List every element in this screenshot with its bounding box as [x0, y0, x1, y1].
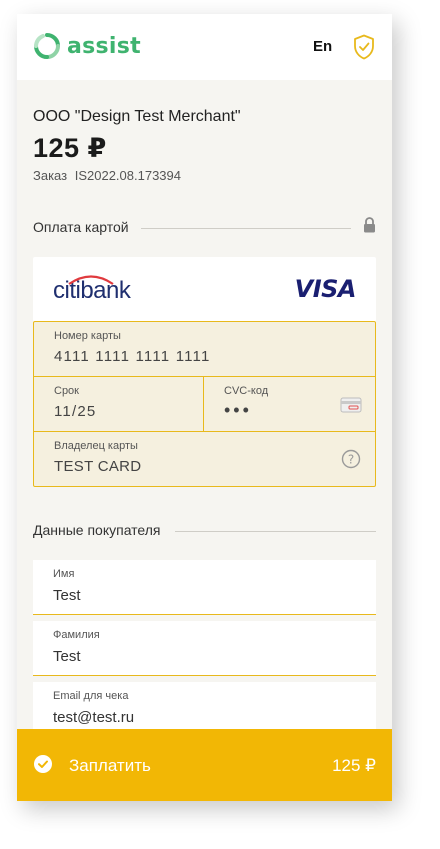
- card-number-label: Номер карты: [54, 330, 121, 342]
- buyer-section-title: Данные покупателя: [33, 522, 161, 538]
- expiry-value[interactable]: 11/25: [54, 403, 96, 420]
- first-name-field[interactable]: Имя Test: [33, 560, 376, 615]
- lock-icon: [364, 217, 375, 233]
- field-divider-vertical: [203, 377, 204, 431]
- cvc-label: CVC-код: [224, 385, 269, 397]
- email-label: Email для чека: [53, 690, 129, 702]
- first-name-value[interactable]: Test: [53, 587, 81, 604]
- language-switch[interactable]: En: [313, 38, 332, 55]
- order-amount: 125 ₽: [33, 133, 107, 163]
- svg-text:?: ?: [348, 453, 354, 467]
- cvc-value[interactable]: •••: [224, 400, 252, 421]
- pay-button-amount: 125 ₽: [332, 756, 376, 775]
- last-name-value[interactable]: Test: [53, 648, 81, 665]
- expiry-label: Срок: [54, 385, 79, 397]
- help-icon[interactable]: ?: [341, 449, 361, 469]
- header: assist En: [17, 14, 392, 80]
- card-section-title: Оплата картой: [33, 219, 129, 235]
- card-form: citibank VISA Номер карты 4111 1111 1111…: [33, 257, 376, 487]
- card-back-icon: [340, 397, 362, 413]
- email-value[interactable]: test@test.ru: [53, 709, 134, 726]
- card-holder-value[interactable]: TEST CARD: [54, 458, 141, 475]
- check-circle-icon: [34, 755, 52, 773]
- logo-text: assist: [67, 33, 141, 59]
- last-name-field[interactable]: Фамилия Test: [33, 621, 376, 676]
- field-divider: [34, 431, 375, 432]
- section-divider: [175, 531, 376, 532]
- payment-screen: assist En ООО "Design Test Merchant" 125…: [17, 14, 392, 801]
- card-holder-label: Владелец карты: [54, 440, 138, 452]
- order-number-value: IS2022.08.173394: [74, 168, 182, 183]
- section-divider: [141, 228, 351, 229]
- order-number: Заказ IS2022.08.173394: [33, 168, 181, 183]
- card-number-value[interactable]: 4111 1111 1111 1111: [54, 348, 211, 365]
- order-label: Заказ: [33, 168, 68, 183]
- field-divider: [34, 376, 375, 377]
- assist-logo-icon: [34, 33, 60, 59]
- visa-logo: VISA: [294, 275, 357, 303]
- pay-button[interactable]: Заплатить 125 ₽: [17, 729, 392, 801]
- citibank-arc-icon: [68, 275, 114, 285]
- assist-logo: assist: [33, 32, 141, 60]
- first-name-label: Имя: [53, 568, 75, 580]
- bank-logo: citibank: [53, 275, 131, 305]
- last-name-label: Фамилия: [53, 629, 100, 641]
- pay-button-label: Заплатить: [69, 756, 151, 775]
- merchant-name: ООО "Design Test Merchant": [33, 108, 241, 125]
- shield-check-icon: [354, 34, 374, 60]
- card-fields: Номер карты 4111 1111 1111 1111 Срок 11/…: [33, 321, 376, 487]
